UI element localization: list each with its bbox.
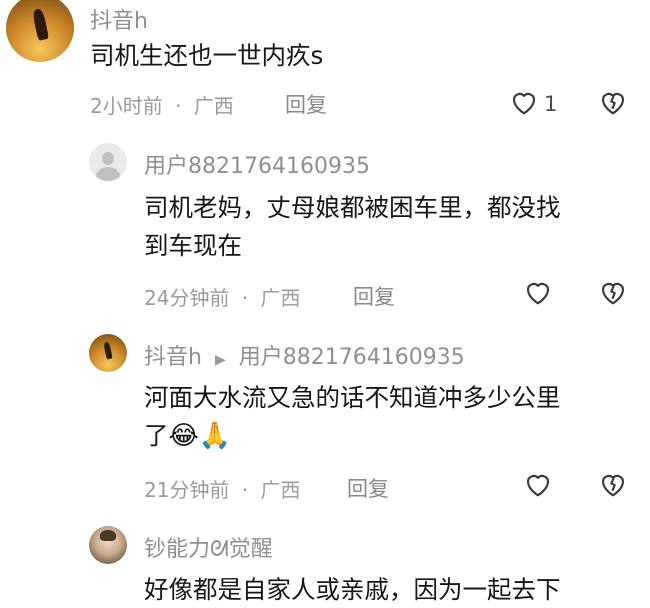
reply-button[interactable]: 回复 [285, 89, 327, 119]
heart-outline-icon [522, 474, 554, 504]
avatar[interactable] [6, 0, 74, 62]
comment-username[interactable]: 抖音h [144, 345, 202, 370]
emoji: 😂🙏 [168, 421, 232, 451]
comment-time: 2小时前 [90, 94, 163, 118]
comment-text-line: 河面大水流又急的话不知道冲多少公里 [144, 383, 561, 412]
comment-location: 广西 [260, 478, 301, 502]
like-button[interactable] [522, 276, 554, 312]
heart-outline-icon [508, 86, 540, 122]
comment-username[interactable]: 钞能力ᘛ觉醒 [144, 531, 273, 563]
like-button[interactable]: 1 [508, 86, 557, 122]
comment-text-line: 了😂🙏 [144, 421, 232, 451]
avatar[interactable] [89, 334, 127, 372]
reply-header: 抖音h ▶ 用户8821764160935 [144, 339, 465, 371]
comment-meta: 21分钟前 · 广西 [144, 474, 301, 503]
comment-time: 21分钟前 [144, 478, 230, 502]
reply-to-username[interactable]: 用户8821764160935 [239, 345, 465, 370]
comment-username[interactable]: 用户8821764160935 [144, 148, 370, 180]
comment-text: 好像都是自家人或亲戚，因为一起去下 [144, 575, 561, 604]
comment-location: 广西 [260, 286, 301, 310]
meta-separator: · [241, 478, 249, 502]
comment-location: 广西 [193, 94, 234, 118]
play-triangle-icon: ▶ [214, 352, 226, 368]
broken-heart-icon[interactable] [597, 468, 629, 504]
meta-separator: · [175, 94, 182, 118]
heart-outline-icon [522, 282, 554, 312]
comment-meta: 24分钟前 · 广西 [144, 282, 301, 311]
comment-text-line: 到车现在 [144, 231, 242, 260]
meta-separator: · [241, 286, 249, 310]
comment-meta: 2小时前 · 广西 [90, 90, 234, 119]
reply-button[interactable]: 回复 [347, 473, 389, 503]
comment-text-line: 司机老妈，丈母娘都被困车里，都没找 [144, 193, 561, 222]
broken-heart-icon[interactable] [597, 276, 629, 312]
comment-text: 司机生还也一世内疚s [90, 41, 324, 70]
comment-time: 24分钟前 [144, 286, 230, 310]
avatar[interactable] [89, 143, 127, 181]
reply-button[interactable]: 回复 [353, 281, 395, 311]
comment-username[interactable]: 抖音h [90, 3, 148, 35]
broken-heart-icon[interactable] [597, 86, 629, 122]
avatar[interactable] [89, 526, 127, 564]
like-button[interactable] [522, 468, 554, 504]
like-count: 1 [544, 92, 558, 116]
